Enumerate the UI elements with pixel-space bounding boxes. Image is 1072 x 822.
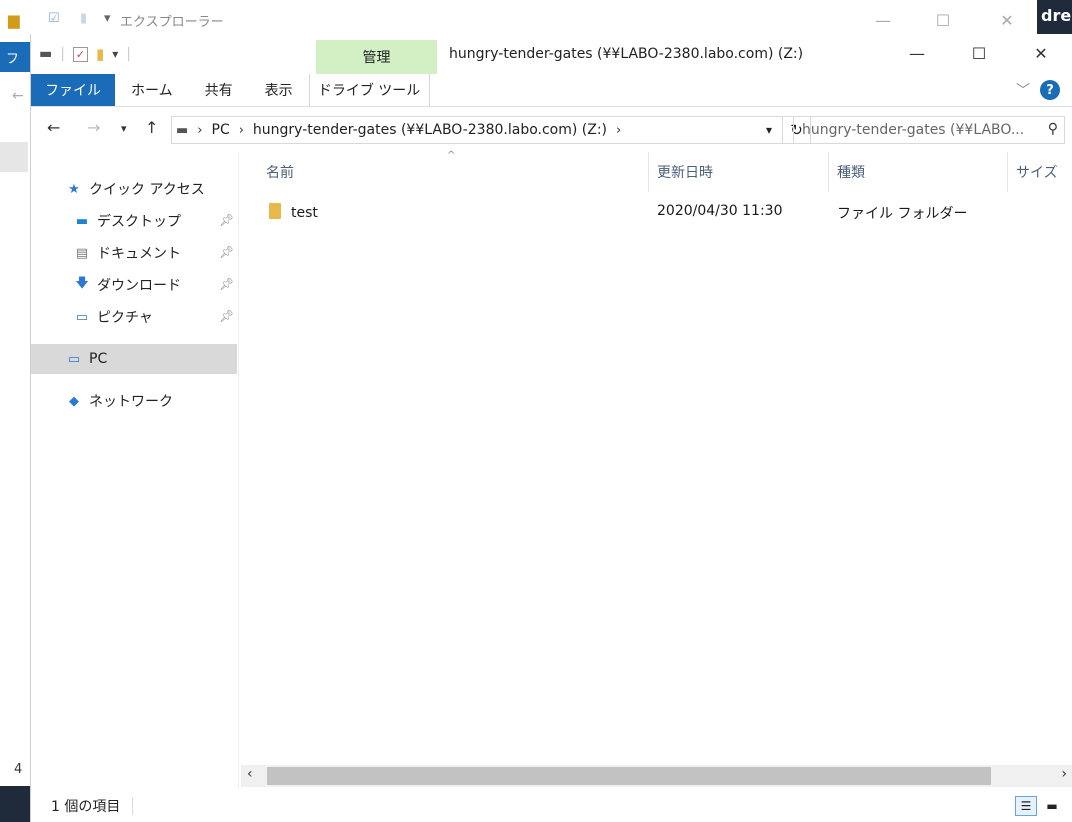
properties-icon[interactable]: ☑ bbox=[48, 11, 60, 26]
customize-toolbar-chevron-icon[interactable]: ▾ bbox=[112, 47, 118, 61]
view-switcher: ☰ ▬ bbox=[1015, 796, 1063, 816]
file-modified: 2020/04/30 11:30 bbox=[657, 203, 783, 219]
background-taskbar bbox=[0, 786, 30, 822]
horizontal-scrollbar[interactable]: ‹ › bbox=[241, 765, 1072, 787]
table-row[interactable]: test 2020/04/30 11:30 ファイル フォルダー bbox=[265, 200, 1055, 226]
search-placeholder: hungry-tender-gates (¥¥LABO... bbox=[802, 122, 1025, 138]
picture-icon: ▭ bbox=[75, 309, 89, 325]
ribbon-right-controls: ﹀ ? bbox=[1016, 80, 1060, 100]
window-title: hungry-tender-gates (¥¥LABO-2380.labo.co… bbox=[449, 46, 804, 62]
drive-icon: ▬ bbox=[39, 46, 53, 62]
search-icon[interactable]: ⚲ bbox=[1048, 121, 1058, 137]
sort-ascending-icon: ^ bbox=[447, 150, 456, 161]
tab-file[interactable]: ファイル bbox=[31, 74, 115, 106]
column-header-name[interactable]: 名前 bbox=[266, 162, 294, 182]
forward-arrow-icon[interactable]: → bbox=[87, 118, 100, 137]
chevron-down-icon[interactable]: ▾ bbox=[104, 11, 111, 26]
window-controls: — ☐ ✕ bbox=[886, 36, 1072, 70]
background-selected-item bbox=[0, 142, 28, 172]
drive-tools-group-header: 管理 bbox=[316, 40, 437, 74]
address-history-chevron-icon[interactable]: ▾ bbox=[766, 123, 772, 137]
nav-desktop[interactable]: ▬ デスクトップ 📌︎ bbox=[31, 206, 237, 236]
scrollbar-thumb[interactable] bbox=[267, 767, 991, 785]
folder-icon bbox=[269, 203, 281, 219]
breadcrumb-separator-icon[interactable]: › bbox=[197, 123, 202, 138]
details-view-icon[interactable]: ☰ bbox=[1015, 796, 1037, 816]
drive-icon: ▬ bbox=[176, 122, 189, 138]
breadcrumb-pc[interactable]: PC bbox=[212, 122, 230, 138]
desktop-icon: ▬ bbox=[75, 213, 89, 229]
background-number: 4 bbox=[14, 762, 23, 777]
background-window-title: エクスプローラー bbox=[120, 15, 224, 30]
help-icon[interactable]: ? bbox=[1040, 80, 1060, 100]
tab-drive-tools[interactable]: ドライブ ツール bbox=[308, 74, 430, 106]
pin-icon[interactable]: 📌︎ bbox=[219, 245, 234, 259]
pin-icon[interactable]: 📌︎ bbox=[219, 309, 234, 323]
column-header-type[interactable]: 種類 bbox=[837, 162, 865, 182]
nav-quick-access[interactable]: ★ クイック アクセス bbox=[31, 174, 237, 204]
item-count: 1 個の項目 bbox=[51, 797, 134, 815]
nav-downloads[interactable]: 🡇 ダウンロード 📌︎ bbox=[31, 270, 237, 300]
address-bar[interactable]: ▬ › PC › hungry-tender-gates (¥¥LABO-238… bbox=[171, 116, 783, 144]
breadcrumb-separator-icon[interactable]: › bbox=[239, 123, 244, 138]
column-resize-handle[interactable] bbox=[1007, 152, 1008, 192]
background-app-corner: dres bbox=[1037, 0, 1072, 34]
search-input[interactable]: hungry-tender-gates (¥¥LABO... ⚲ bbox=[793, 116, 1065, 144]
column-header-size[interactable]: サイズ bbox=[1016, 162, 1058, 182]
nav-pc[interactable]: ▭ PC bbox=[31, 344, 237, 374]
computer-icon: ▭ bbox=[67, 351, 81, 367]
navigation-bar: ← → ▾ ↑ ▬ › PC › hungry-tender-gates (¥¥… bbox=[31, 112, 1072, 148]
scroll-left-icon[interactable]: ‹ bbox=[247, 766, 253, 782]
minimize-button[interactable]: — bbox=[886, 36, 948, 70]
document-icon: ▤ bbox=[75, 245, 89, 261]
new-folder-icon[interactable]: ▮ bbox=[80, 11, 87, 26]
large-icons-view-icon[interactable]: ▬ bbox=[1041, 796, 1063, 816]
nav-pictures[interactable]: ▭ ピクチャ 📌︎ bbox=[31, 302, 237, 332]
tab-view[interactable]: 表示 bbox=[249, 74, 309, 106]
file-list: ^ 名前 更新日時 種類 サイズ test 2020/04/30 11:30 フ… bbox=[240, 150, 1072, 788]
status-bar: 1 個の項目 ☰ ▬ bbox=[31, 790, 1072, 822]
back-arrow-icon[interactable]: ← bbox=[47, 118, 60, 137]
column-resize-handle[interactable] bbox=[828, 152, 829, 192]
background-file-tab[interactable]: ファ bbox=[0, 42, 30, 72]
nav-network[interactable]: ◆ ネットワーク bbox=[31, 386, 237, 416]
folder-icon: ▆ bbox=[8, 11, 20, 29]
quick-access-toolbar: ▬ | ✓ ▮ ▾ | bbox=[39, 45, 131, 63]
ribbon-tabs: ファイル ホーム 共有 表示 ドライブ ツール bbox=[31, 74, 1072, 107]
download-icon: 🡇 bbox=[75, 276, 89, 291]
navigation-pane: ★ クイック アクセス ▬ デスクトップ 📌︎ ▤ ドキュメント 📌︎ 🡇 ダウ… bbox=[31, 152, 239, 788]
properties-icon[interactable]: ✓ bbox=[72, 46, 88, 62]
network-icon: ◆ bbox=[69, 393, 79, 409]
pin-icon[interactable]: 📌︎ bbox=[219, 277, 234, 291]
star-icon: ★ bbox=[68, 181, 80, 197]
explorer-window: ▬ | ✓ ▮ ▾ | 管理 hungry-tender-gates (¥¥LA… bbox=[30, 34, 1072, 822]
background-back-arrow-icon[interactable]: ← bbox=[12, 88, 24, 104]
column-resize-handle[interactable] bbox=[648, 152, 649, 192]
tab-share[interactable]: 共有 bbox=[189, 74, 249, 106]
close-button[interactable]: ✕ bbox=[1010, 36, 1072, 70]
tab-home[interactable]: ホーム bbox=[115, 74, 189, 106]
file-type: ファイル フォルダー bbox=[837, 206, 968, 222]
maximize-button[interactable]: ☐ bbox=[948, 36, 1010, 70]
new-folder-icon[interactable]: ▮ bbox=[96, 45, 104, 63]
column-header-modified[interactable]: 更新日時 bbox=[657, 162, 713, 182]
nav-documents[interactable]: ▤ ドキュメント 📌︎ bbox=[31, 238, 237, 268]
pin-icon[interactable]: 📌︎ bbox=[219, 213, 234, 227]
breadcrumb-drive[interactable]: hungry-tender-gates (¥¥LABO-2380.labo.co… bbox=[253, 122, 607, 138]
column-headers: ^ 名前 更新日時 種類 サイズ bbox=[240, 150, 1072, 192]
up-arrow-icon[interactable]: ↑ bbox=[145, 118, 158, 137]
scroll-right-icon[interactable]: › bbox=[1061, 766, 1067, 782]
file-name: test bbox=[291, 205, 318, 221]
recent-locations-chevron-icon[interactable]: ▾ bbox=[121, 122, 127, 135]
expand-ribbon-chevron-icon[interactable]: ﹀ bbox=[1016, 80, 1030, 100]
breadcrumb-separator-icon[interactable]: › bbox=[616, 123, 621, 138]
